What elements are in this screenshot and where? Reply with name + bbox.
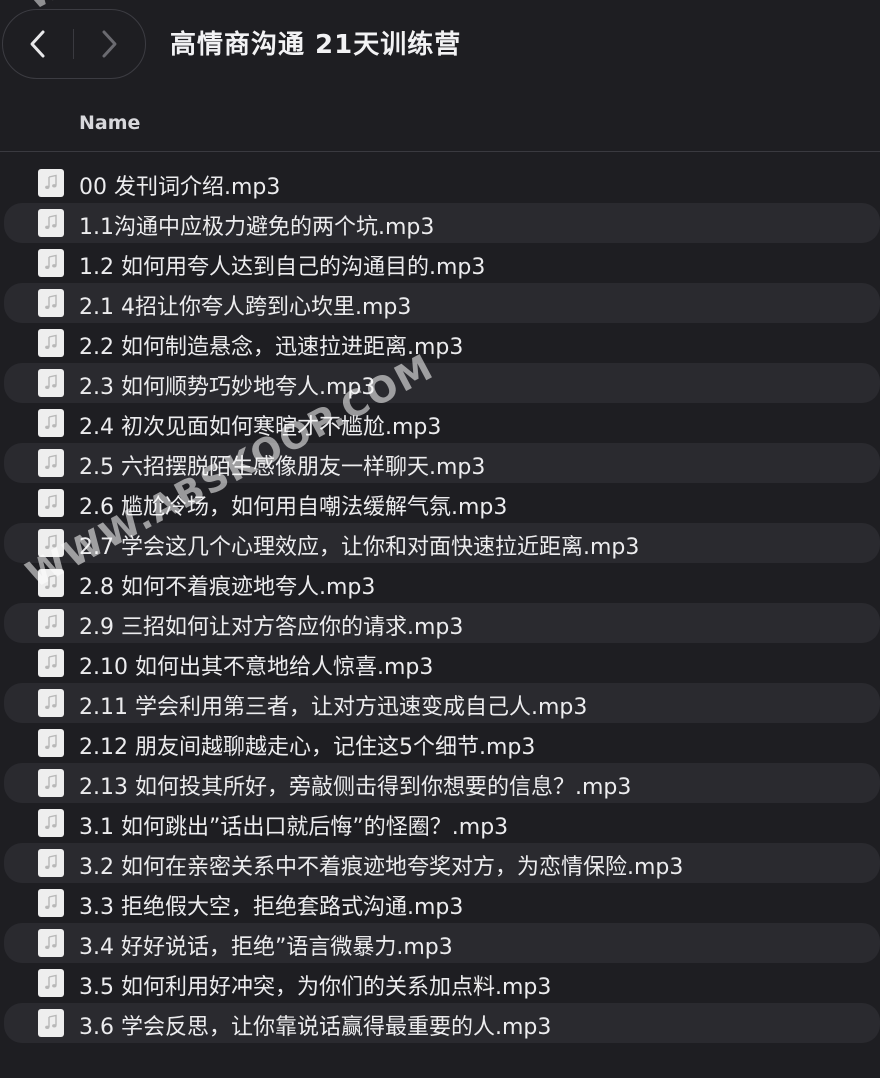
music-file-icon: [38, 849, 64, 877]
file-name: 1.1沟通中应极力避免的两个坑.mp3: [79, 215, 435, 240]
file-name: 2.12 朋友间越聊越走心，记住这5个细节.mp3: [79, 735, 536, 760]
file-name: 2.1 4招让你夸人跨到心坎里.mp3: [79, 295, 412, 320]
file-name: 2.9 三招如何让对方答应你的请求.mp3: [79, 615, 464, 640]
music-file-icon: [38, 609, 64, 637]
file-row[interactable]: 3.5 如何利用好冲突，为你们的关系加点料.mp3: [4, 963, 880, 1003]
file-name: 3.6 学会反思，让你靠说话赢得最重要的人.mp3: [79, 1015, 552, 1040]
file-row[interactable]: 3.4 好好说话，拒绝”语言微暴力.mp3: [4, 923, 880, 963]
file-row[interactable]: 2.7 学会这几个心理效应，让你和对面快速拉近距离.mp3: [4, 523, 880, 563]
music-file-icon: [38, 969, 64, 997]
file-name: 2.7 学会这几个心理效应，让你和对面快速拉近距离.mp3: [79, 535, 640, 560]
file-row[interactable]: 3.2 如何在亲密关系中不着痕迹地夸奖对方，为恋情保险.mp3: [4, 843, 880, 883]
music-file-icon: [38, 169, 64, 197]
file-name: 2.4 初次见面如何寒暄才不尴尬.mp3: [79, 415, 442, 440]
file-name: 2.11 学会利用第三者，让对方迅速变成自己人.mp3: [79, 695, 588, 720]
file-row[interactable]: 2.13 如何投其所好，旁敲侧击得到你想要的信息？.mp3: [4, 763, 880, 803]
file-row[interactable]: 2.1 4招让你夸人跨到心坎里.mp3: [4, 283, 880, 323]
back-button[interactable]: [3, 10, 73, 78]
file-name: 2.10 如何出其不意地给人惊喜.mp3: [79, 655, 434, 680]
file-name: 2.6 尴尬冷场，如何用自嘲法缓解气氛.mp3: [79, 495, 508, 520]
file-row[interactable]: 3.1 如何跳出”话出口就后悔”的怪圈？.mp3: [4, 803, 880, 843]
music-file-icon: [38, 329, 64, 357]
file-row[interactable]: 2.9 三招如何让对方答应你的请求.mp3: [4, 603, 880, 643]
file-row[interactable]: 3.6 学会反思，让你靠说话赢得最重要的人.mp3: [4, 1003, 880, 1043]
navigation-buttons: [2, 9, 146, 79]
file-name: 3.5 如何利用好冲突，为你们的关系加点料.mp3: [79, 975, 552, 1000]
window-title: 高情商沟通 21天训练营: [170, 30, 462, 60]
file-row[interactable]: 00 发刊词介绍.mp3: [4, 163, 880, 203]
music-file-icon: [38, 689, 64, 717]
music-file-icon: [38, 1009, 64, 1037]
toolbar: 高情商沟通 21天训练营: [0, 0, 880, 92]
file-name: 3.3 拒绝假大空，拒绝套路式沟通.mp3: [79, 895, 464, 920]
forward-button[interactable]: [74, 10, 144, 78]
file-list: 00 发刊词介绍.mp3 1.1沟通中应极力避免的两个坑.mp3 1.2 如何用夸人…: [0, 163, 880, 1043]
music-file-icon: [38, 929, 64, 957]
music-file-icon: [38, 889, 64, 917]
file-row[interactable]: 2.10 如何出其不意地给人惊喜.mp3: [4, 643, 880, 683]
file-name: 3.4 好好说话，拒绝”语言微暴力.mp3: [79, 935, 453, 960]
column-header-name[interactable]: Name: [79, 112, 140, 134]
file-name: 2.13 如何投其所好，旁敲侧击得到你想要的信息？.mp3: [79, 775, 632, 800]
music-file-icon: [38, 569, 64, 597]
music-file-icon: [38, 249, 64, 277]
file-row[interactable]: 2.5 六招摆脱陌生感像朋友一样聊天.mp3: [4, 443, 880, 483]
music-file-icon: [38, 729, 64, 757]
file-name: 2.8 如何不着痕迹地夸人.mp3: [79, 575, 376, 600]
file-row[interactable]: 2.12 朋友间越聊越走心，记住这5个细节.mp3: [4, 723, 880, 763]
file-row[interactable]: 1.2 如何用夸人达到自己的沟通目的.mp3: [4, 243, 880, 283]
file-name: 3.2 如何在亲密关系中不着痕迹地夸奖对方，为恋情保险.mp3: [79, 855, 684, 880]
music-file-icon: [38, 449, 64, 477]
column-header-row: Name: [0, 104, 880, 152]
music-file-icon: [38, 769, 64, 797]
chevron-right-icon: [102, 30, 117, 58]
chevron-left-icon: [30, 30, 45, 58]
file-row[interactable]: 1.1沟通中应极力避免的两个坑.mp3: [4, 203, 880, 243]
music-file-icon: [38, 409, 64, 437]
file-name: 00 发刊词介绍.mp3: [79, 175, 281, 200]
music-file-icon: [38, 289, 64, 317]
file-name: 2.3 如何顺势巧妙地夸人.mp3: [79, 375, 376, 400]
music-file-icon: [38, 369, 64, 397]
file-name: 3.1 如何跳出”话出口就后悔”的怪圈？.mp3: [79, 815, 509, 840]
file-name: 1.2 如何用夸人达到自己的沟通目的.mp3: [79, 255, 486, 280]
file-name: 2.2 如何制造悬念，迅速拉进距离.mp3: [79, 335, 464, 360]
music-file-icon: [38, 529, 64, 557]
music-file-icon: [38, 809, 64, 837]
music-file-icon: [38, 649, 64, 677]
file-row[interactable]: 2.6 尴尬冷场，如何用自嘲法缓解气氛.mp3: [4, 483, 880, 523]
music-file-icon: [38, 489, 64, 517]
file-row[interactable]: 2.11 学会利用第三者，让对方迅速变成自己人.mp3: [4, 683, 880, 723]
file-row[interactable]: 2.4 初次见面如何寒暄才不尴尬.mp3: [4, 403, 880, 443]
file-row[interactable]: 2.2 如何制造悬念，迅速拉进距离.mp3: [4, 323, 880, 363]
file-row[interactable]: 2.3 如何顺势巧妙地夸人.mp3: [4, 363, 880, 403]
file-row[interactable]: 2.8 如何不着痕迹地夸人.mp3: [4, 563, 880, 603]
music-file-icon: [38, 209, 64, 237]
file-row[interactable]: 3.3 拒绝假大空，拒绝套路式沟通.mp3: [4, 883, 880, 923]
file-name: 2.5 六招摆脱陌生感像朋友一样聊天.mp3: [79, 455, 486, 480]
